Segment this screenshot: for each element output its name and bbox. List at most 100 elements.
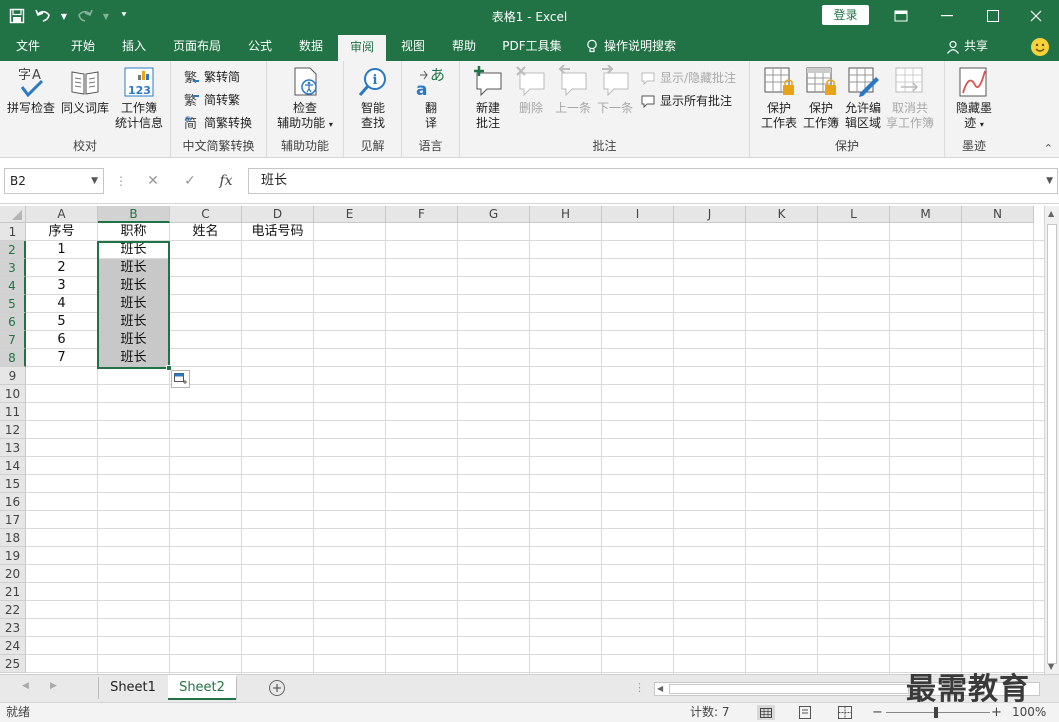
tab-home[interactable]: 开始 [62, 32, 104, 61]
tab-page-layout[interactable]: 页面布局 [167, 32, 227, 61]
cell-a8[interactable]: 7 [26, 349, 97, 367]
select-all-corner[interactable] [0, 206, 26, 223]
horizontal-scroll-thumb[interactable] [669, 684, 909, 694]
next-comment-button[interactable]: 下一条 [596, 65, 634, 116]
column-header-a[interactable]: A [26, 206, 98, 223]
save-icon[interactable] [8, 7, 26, 25]
column-header-n[interactable]: N [962, 206, 1034, 223]
row-header-15[interactable]: 15 [0, 475, 26, 493]
name-box[interactable]: B2 ▼ [4, 168, 104, 194]
cell-b4[interactable]: 班长 [98, 277, 169, 295]
worksheet-grid[interactable]: ABCDEFGHIJKLMN 1 2 3 4 5 6 7 8 9 10 11 12 13 14 15 16 17… [0, 206, 1044, 674]
page-break-preview-icon[interactable] [838, 706, 852, 722]
enter-formula-icon[interactable]: ✓ [176, 168, 204, 194]
new-comment-button[interactable]: 新建 批注 [468, 65, 508, 131]
zoom-slider[interactable] [886, 707, 990, 718]
row-header-22[interactable]: 22 [0, 601, 26, 619]
check-accessibility-button[interactable]: 检查 辅助功能 ▾ [273, 65, 337, 132]
column-header-c[interactable]: C [170, 206, 242, 223]
vertical-scrollbar[interactable]: ▲ ▼ [1044, 206, 1059, 674]
cell-b8[interactable]: 班长 [98, 349, 169, 367]
protect-sheet-button[interactable]: 保护 工作表 [758, 65, 800, 131]
minimize-icon[interactable] [924, 0, 970, 32]
column-header-b[interactable]: B [98, 206, 170, 223]
row-header-20[interactable]: 20 [0, 565, 26, 583]
cell-b6[interactable]: 班长 [98, 313, 169, 331]
thesaurus-button[interactable]: 同义词库 [59, 65, 111, 116]
formula-input[interactable]: 班长 ▼ [248, 168, 1058, 194]
undo-dropdown-icon[interactable]: ▼ [60, 7, 68, 25]
row-header-18[interactable]: 18 [0, 529, 26, 547]
row-header-13[interactable]: 13 [0, 439, 26, 457]
chinese-conversion-button[interactable]: 简 简繁转换 [184, 114, 252, 131]
delete-comment-button[interactable]: 删除 [512, 65, 550, 116]
column-header-m[interactable]: M [890, 206, 962, 223]
column-header-l[interactable]: L [818, 206, 890, 223]
tab-split-grip-icon[interactable]: ⋮ [634, 681, 645, 694]
vertical-scroll-thumb[interactable] [1047, 224, 1057, 664]
scroll-tabs-left-icon[interactable]: ◀ [22, 681, 29, 691]
cancel-formula-icon[interactable]: ✕ [139, 168, 167, 194]
column-header-d[interactable]: D [242, 206, 314, 223]
unshare-workbook-button[interactable]: 取消共 享工作簿 [884, 65, 936, 131]
cell-b2[interactable]: 班长 [98, 241, 169, 259]
protect-workbook-button[interactable]: 保护 工作簿 [800, 65, 842, 131]
hide-ink-dropdown-icon[interactable]: ▾ [980, 120, 984, 129]
cell-a2[interactable]: 1 [26, 241, 97, 259]
customize-qat-icon[interactable]: ⯆ [118, 7, 130, 25]
row-header-9[interactable]: 9 [0, 367, 26, 385]
row-header-23[interactable]: 23 [0, 619, 26, 637]
new-sheet-icon[interactable] [268, 679, 286, 697]
expand-formula-bar-icon[interactable]: ▼ [1046, 169, 1053, 193]
row-header-24[interactable]: 24 [0, 637, 26, 655]
row-header-12[interactable]: 12 [0, 421, 26, 439]
scroll-down-icon[interactable]: ▼ [1048, 662, 1054, 671]
column-header-j[interactable]: J [674, 206, 746, 223]
row-header-7[interactable]: 7 [0, 331, 26, 349]
column-header-e[interactable]: E [314, 206, 386, 223]
hide-ink-button[interactable]: 隐藏墨 迹 ▾ [949, 65, 999, 132]
row-header-6[interactable]: 6 [0, 313, 26, 331]
row-header-19[interactable]: 19 [0, 547, 26, 565]
cell-b3[interactable]: 班长 [98, 259, 169, 277]
undo-icon[interactable] [34, 7, 52, 25]
tab-data[interactable]: 数据 [290, 32, 332, 61]
maximize-icon[interactable] [970, 0, 1016, 32]
cell-a7[interactable]: 6 [26, 331, 97, 349]
collapse-ribbon-icon[interactable]: ⌃ [1044, 142, 1053, 155]
zoom-in-icon[interactable]: + [991, 703, 1002, 722]
cell-b5[interactable]: 班长 [98, 295, 169, 313]
accessibility-dropdown-icon[interactable]: ▾ [329, 120, 333, 129]
scroll-up-icon[interactable]: ▲ [1048, 209, 1054, 218]
show-all-comments-button[interactable]: 显示所有批注 [640, 92, 732, 109]
sheet-tab-sheet2[interactable]: Sheet2 [168, 675, 236, 700]
previous-comment-button[interactable]: 上一条 [554, 65, 592, 116]
page-layout-view-icon[interactable] [798, 706, 812, 722]
cell-a5[interactable]: 4 [26, 295, 97, 313]
auto-fill-options-icon[interactable] [171, 370, 190, 388]
row-header-5[interactable]: 5 [0, 295, 26, 313]
insert-function-icon[interactable]: fx [212, 168, 240, 194]
cell-b7[interactable]: 班长 [98, 331, 169, 349]
ribbon-display-options-icon[interactable] [878, 0, 924, 32]
translate-button[interactable]: aあ 翻 译 [410, 65, 452, 131]
row-header-10[interactable]: 10 [0, 385, 26, 403]
tab-insert[interactable]: 插入 [113, 32, 155, 61]
name-box-dropdown-icon[interactable]: ▼ [91, 169, 98, 193]
scroll-tabs-right-icon[interactable]: ▶ [50, 681, 57, 691]
redo-dropdown-icon[interactable]: ▼ [102, 7, 110, 25]
row-header-25[interactable]: 25 [0, 655, 26, 673]
row-header-14[interactable]: 14 [0, 457, 26, 475]
login-button[interactable]: 登录 [822, 5, 869, 25]
cell-c1[interactable]: 姓名 [170, 223, 241, 241]
cell-a1[interactable]: 序号 [26, 223, 97, 241]
redo-icon[interactable] [76, 7, 94, 25]
workbook-statistics-button[interactable]: 123 工作簿 统计信息 [112, 65, 166, 131]
show-hide-comment-button[interactable]: 显示/隐藏批注 [640, 69, 736, 86]
cell-a3[interactable]: 2 [26, 259, 97, 277]
smart-lookup-button[interactable]: i 智能 查找 [350, 65, 396, 131]
spell-check-button[interactable]: 字A 拼写检查 [5, 65, 57, 116]
tab-file[interactable]: 文件 [6, 32, 50, 61]
row-header-3[interactable]: 3 [0, 259, 26, 277]
tell-me-search[interactable]: 操作说明搜索 [586, 32, 692, 61]
